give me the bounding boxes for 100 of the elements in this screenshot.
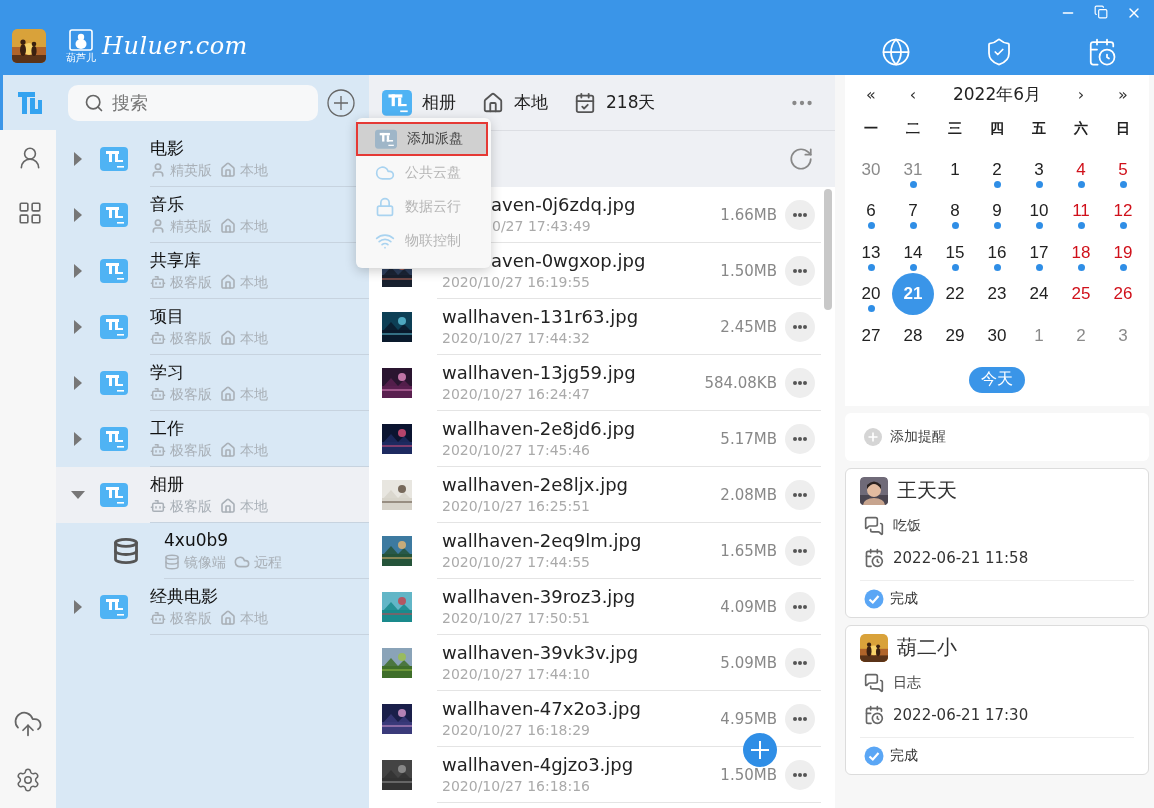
more-button[interactable] <box>785 591 815 622</box>
calendar-day[interactable]: 30 <box>850 148 892 191</box>
calendar-day[interactable]: 27 <box>850 314 892 357</box>
more-button[interactable] <box>785 703 815 734</box>
add-icon[interactable] <box>327 89 355 117</box>
apps-icon[interactable] <box>16 199 43 226</box>
calendar-day[interactable]: 20 <box>850 273 892 316</box>
more-button[interactable] <box>785 647 815 678</box>
globe-icon[interactable] <box>881 37 911 67</box>
caret-right-icon[interactable] <box>74 376 82 390</box>
caret-right-icon[interactable] <box>74 152 82 166</box>
tree-item[interactable]: 相册 极客版 本地 <box>56 467 369 523</box>
location-label: 本地 <box>240 497 268 515</box>
refresh-icon[interactable] <box>788 146 814 172</box>
nav-arrow[interactable]: « <box>866 84 876 104</box>
file-name: wallhaven-131r63.jpg <box>442 306 639 328</box>
calendar-day[interactable]: 5 <box>1102 148 1144 191</box>
restore-icon[interactable] <box>1094 5 1108 19</box>
calendar-day[interactable]: 14 <box>892 231 934 274</box>
menu-label: 数据云行 <box>405 198 461 216</box>
calendar-day[interactable]: 4 <box>1060 148 1102 191</box>
more-button[interactable] <box>785 479 815 510</box>
home-icon <box>220 162 236 178</box>
month-title: 2022年6月 <box>952 82 1042 106</box>
calendar-day[interactable]: 11 <box>1060 190 1102 233</box>
more-button[interactable] <box>785 535 815 566</box>
caret-right-icon[interactable] <box>74 600 82 614</box>
caret-right-icon[interactable] <box>74 320 82 334</box>
rail-tab[interactable] <box>0 75 56 130</box>
calendar-day[interactable]: 25 <box>1060 273 1102 316</box>
check-icon[interactable] <box>864 745 884 766</box>
edition-label: 精英版 <box>170 217 212 235</box>
calendar-day[interactable]: 13 <box>850 231 892 274</box>
scrollbar[interactable] <box>824 189 832 310</box>
calendar-day[interactable]: 2 <box>1060 314 1102 357</box>
menu-label: 物联控制 <box>405 232 461 250</box>
file-date: 2020/10/27 17:44:32 <box>442 329 591 347</box>
home-icon <box>220 386 236 402</box>
more-button[interactable] <box>785 759 815 790</box>
calendar-day[interactable]: 26 <box>1102 273 1144 316</box>
caret-right-icon[interactable] <box>74 432 82 446</box>
file-name: wallhaven-13jg59.jpg <box>442 362 636 384</box>
drive-icon <box>382 88 412 117</box>
calendar-day[interactable]: 22 <box>934 273 976 316</box>
brand-caption: 葫芦儿 <box>66 51 96 63</box>
calendar-day[interactable]: 3 <box>1018 148 1060 191</box>
more-button[interactable] <box>785 311 815 342</box>
calendar-day[interactable]: 8 <box>934 190 976 233</box>
more-icon <box>793 380 807 385</box>
calendar-icon[interactable] <box>1087 37 1117 67</box>
nav-arrow[interactable]: ‹ <box>909 84 917 104</box>
calendar-day[interactable]: 17 <box>1018 231 1060 274</box>
calendar-day[interactable]: 3 <box>1102 314 1144 357</box>
calendar-day[interactable]: 15 <box>934 231 976 274</box>
logo-icon[interactable] <box>16 89 43 116</box>
nav-arrow[interactable]: » <box>1118 84 1128 104</box>
calendar-day[interactable]: 23 <box>976 273 1018 316</box>
more-button[interactable] <box>785 367 815 398</box>
calendar-day[interactable]: 29 <box>934 314 976 357</box>
calendar-day[interactable]: 30 <box>976 314 1018 357</box>
weekday-label: 日 <box>1116 120 1130 138</box>
calendar-day[interactable]: 6 <box>850 190 892 233</box>
file-date: 2020/10/27 17:50:51 <box>442 609 591 627</box>
calendar-day[interactable]: 28 <box>892 314 934 357</box>
file-size: 4.95MB <box>720 709 777 728</box>
calendar-day[interactable]: 2 <box>976 148 1018 191</box>
caret-down-icon[interactable] <box>71 491 85 499</box>
more-icon <box>793 268 807 273</box>
tree-item[interactable]: 经典电影 极客版 本地 <box>56 579 369 635</box>
check-icon[interactable] <box>864 588 884 609</box>
calendar-day[interactable]: 16 <box>976 231 1018 274</box>
calendar-day[interactable]: 7 <box>892 190 934 233</box>
drive-name: 相册 <box>150 474 184 495</box>
file-name: wallhaven-4gjzo3.jpg <box>442 754 634 776</box>
calendar-day[interactable]: 9 <box>976 190 1018 233</box>
settings-icon[interactable] <box>15 767 41 793</box>
drive-name: 学习 <box>150 362 184 383</box>
more-button[interactable] <box>785 255 815 286</box>
calendar-day[interactable]: 18 <box>1060 231 1102 274</box>
tree-item[interactable]: 4xu0b9 镜像端 远程 <box>56 523 369 579</box>
tree-item[interactable]: 项目 极客版 本地 <box>56 299 369 355</box>
upload-icon[interactable] <box>13 709 43 739</box>
tree-item[interactable]: 学习 极客版 本地 <box>56 355 369 411</box>
more-icon <box>793 772 807 777</box>
nav-arrow[interactable]: › <box>1077 84 1085 104</box>
caret-right-icon[interactable] <box>74 208 82 222</box>
caret-right-icon[interactable] <box>74 264 82 278</box>
add-reminder-card[interactable]: 添加提醒 <box>845 412 1149 461</box>
calendar-day[interactable]: 19 <box>1102 231 1144 274</box>
more-icon <box>793 660 807 665</box>
menu-item[interactable]: 添加派盘 <box>356 122 488 156</box>
calendar-day[interactable]: 1 <box>934 148 976 191</box>
more-button[interactable] <box>785 199 815 230</box>
home-icon <box>220 498 236 514</box>
search-field[interactable]: 搜索 <box>68 85 318 121</box>
calendar-day[interactable]: 10 <box>1018 190 1060 233</box>
calendar-day[interactable]: 31 <box>892 148 934 191</box>
calendar-day[interactable]: 12 <box>1102 190 1144 233</box>
more-button[interactable] <box>785 423 815 454</box>
calendar-day[interactable]: 24 <box>1018 273 1060 316</box>
